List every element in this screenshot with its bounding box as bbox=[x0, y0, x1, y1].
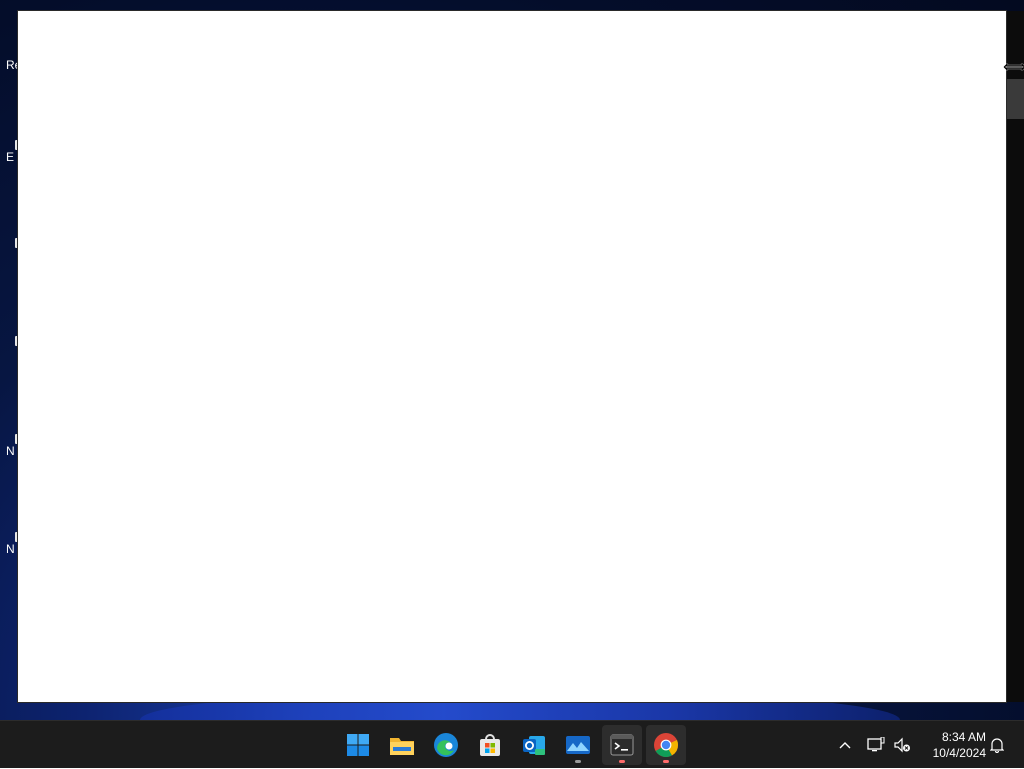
running-indicator bbox=[619, 760, 625, 763]
volume-muted-icon bbox=[894, 737, 910, 753]
taskbar-store[interactable] bbox=[470, 725, 510, 765]
desktop-icon-label: Re bbox=[6, 58, 18, 72]
desktop-icon-3[interactable] bbox=[6, 336, 18, 346]
chevron-up-icon bbox=[839, 742, 851, 749]
desktop-icon-1[interactable]: E bbox=[6, 140, 18, 164]
desktop-icons: Re E N N bbox=[0, 0, 18, 720]
taskbar-file-explorer[interactable] bbox=[382, 725, 422, 765]
photos-icon bbox=[566, 736, 590, 754]
taskbar-photos[interactable] bbox=[558, 725, 598, 765]
clock-date: 10/4/2024 bbox=[932, 746, 986, 760]
tray-overflow-button[interactable] bbox=[834, 721, 856, 769]
running-indicator bbox=[575, 760, 581, 763]
outlook-icon bbox=[523, 736, 545, 755]
desktop-icon-4[interactable]: N bbox=[6, 434, 18, 458]
desktop-icon-label: N bbox=[6, 444, 15, 458]
chrome-icon bbox=[654, 733, 679, 758]
desktop-icon-label: N bbox=[6, 542, 15, 556]
notifications-button[interactable] bbox=[986, 721, 1008, 769]
running-indicator bbox=[663, 760, 669, 763]
clock-time: 8:34 AM bbox=[941, 730, 986, 744]
tray-network[interactable] bbox=[864, 721, 888, 769]
taskbar-outlook[interactable] bbox=[514, 725, 554, 765]
windows-start-icon bbox=[347, 734, 369, 756]
blank-app-window[interactable] bbox=[18, 11, 1006, 702]
scrollbar-thumb[interactable] bbox=[1006, 79, 1024, 119]
taskbar-start-button[interactable] bbox=[338, 725, 378, 765]
desktop-icon-label: E bbox=[6, 150, 15, 164]
store-icon bbox=[480, 734, 500, 756]
taskbar-terminal[interactable] bbox=[602, 725, 642, 765]
tray-volume[interactable] bbox=[890, 721, 914, 769]
taskbar-clock[interactable]: 8:34 AM 10/4/2024 bbox=[920, 729, 986, 761]
desktop-icon-2[interactable] bbox=[6, 238, 18, 248]
desktop-icon-5[interactable]: N bbox=[6, 532, 18, 556]
terminal-icon bbox=[610, 734, 634, 756]
taskbar-edge[interactable] bbox=[426, 725, 466, 765]
desktop-icon-recycle-bin[interactable]: Re bbox=[6, 58, 18, 72]
bell-icon bbox=[990, 738, 1004, 753]
resize-cursor-icon: ⟺ bbox=[1003, 59, 1024, 76]
background-window-edge bbox=[1006, 11, 1024, 702]
taskbar-chrome[interactable] bbox=[646, 725, 686, 765]
folder-icon bbox=[390, 738, 414, 755]
taskbar: 8:34 AM 10/4/2024 bbox=[0, 720, 1024, 768]
network-icon bbox=[867, 737, 885, 752]
edge-icon bbox=[434, 733, 458, 757]
